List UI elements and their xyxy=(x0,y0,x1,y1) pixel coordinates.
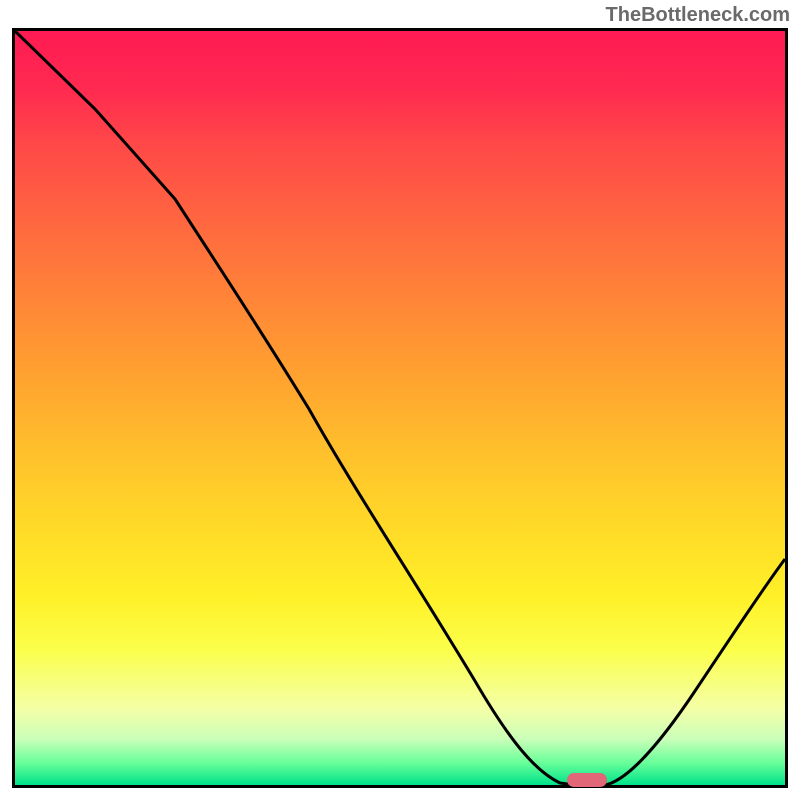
watermark-text: TheBottleneck.com xyxy=(606,4,790,27)
bottleneck-curve-path xyxy=(15,31,785,785)
optimal-marker xyxy=(567,773,607,787)
chart-area xyxy=(12,28,788,788)
curve-svg xyxy=(15,31,785,785)
